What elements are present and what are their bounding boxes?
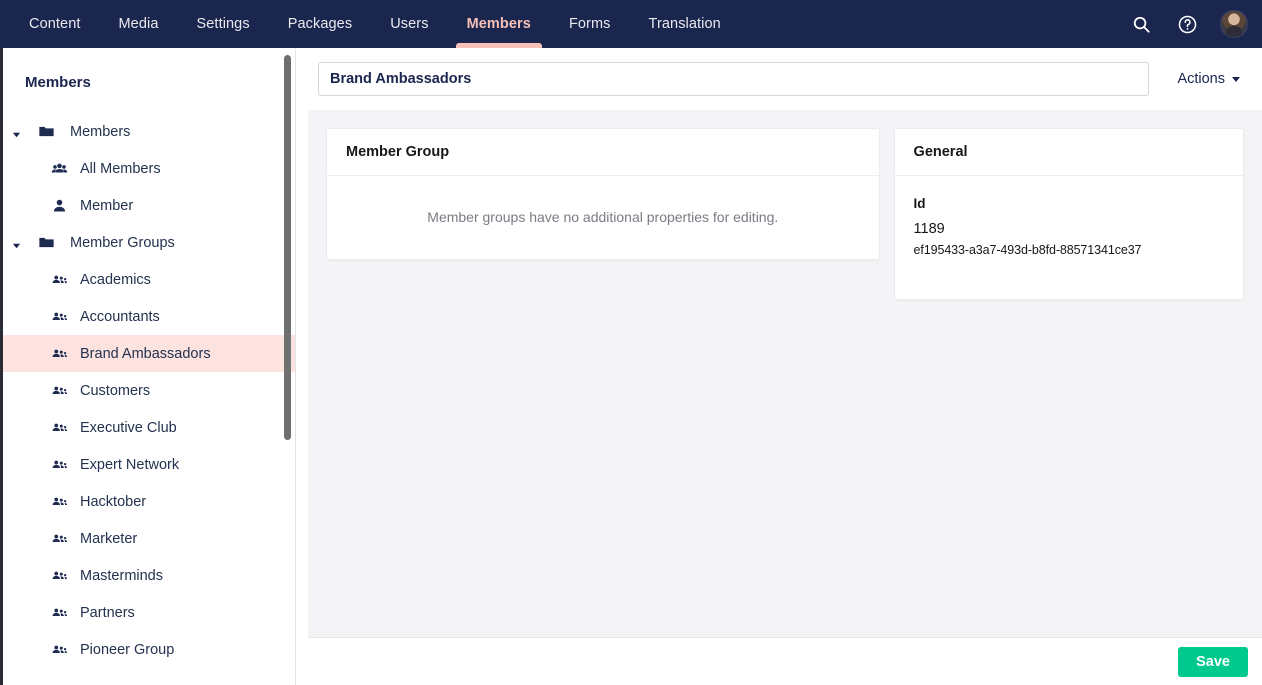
editor-footer: Save (296, 638, 1262, 685)
tree-item-academics[interactable]: Academics (3, 261, 295, 298)
top-navigation-bar: Content Media Settings Packages Users Members… (0, 0, 1262, 48)
tree-item-label: Hacktober (80, 493, 147, 510)
top-nav-items: Content Media Settings Packages Users Members… (0, 0, 740, 48)
member-group-icon (49, 529, 69, 549)
tree-item-label: All Members (80, 160, 161, 177)
nav-item-settings[interactable]: Settings (178, 0, 269, 48)
member-group-icon (49, 566, 69, 586)
general-panel-spacer (914, 257, 1224, 279)
member-group-panel-heading: Member Group (327, 129, 879, 176)
tree-item-hacktober[interactable]: Hacktober (3, 483, 295, 520)
general-panel: General Id 1189 ef195433-a3a7-493d-b8fd-… (893, 128, 1244, 300)
tree-item-masterminds[interactable]: Masterminds (3, 557, 295, 594)
tree-item-label: Executive Club (80, 419, 177, 436)
tree-item-executive-club[interactable]: Executive Club (3, 409, 295, 446)
member-group-icon (49, 640, 69, 660)
member-group-icon (49, 455, 69, 475)
editor-panels: Member Group Member groups have no addit… (326, 128, 1244, 300)
member-group-name-input[interactable] (318, 62, 1150, 96)
tree-list: Members All Members Member Member Groups Aca… (3, 111, 295, 668)
sidebar-scrollbar-thumb[interactable] (284, 55, 291, 440)
user-icon (49, 196, 69, 216)
nav-item-packages[interactable]: Packages (269, 0, 371, 48)
help-circle-icon[interactable] (1174, 11, 1200, 37)
tree-item-label: Customers (80, 382, 151, 399)
tree-item-label: Academics (80, 271, 151, 288)
tree-item-label: Accountants (80, 308, 160, 325)
id-label: Id (913, 196, 926, 211)
tree-item-expert-network[interactable]: Expert Network (3, 446, 295, 483)
tree-item-member[interactable]: Member (3, 187, 295, 224)
member-group-icon (49, 381, 69, 401)
folder-icon (36, 122, 56, 142)
tree-item-pioneer-group[interactable]: Pioneer Group (3, 631, 295, 668)
nav-item-media[interactable]: Media (100, 0, 178, 48)
actions-dropdown-button[interactable]: Actions (1177, 71, 1240, 87)
caret-down-icon[interactable] (12, 238, 22, 248)
tree-item-accountants[interactable]: Accountants (3, 298, 295, 335)
tree-item-label: Expert Network (80, 456, 180, 473)
tree-item-label: Pioneer Group (80, 641, 175, 658)
nav-item-translation[interactable]: Translation (630, 0, 740, 48)
tree-item-label: Masterminds (80, 567, 163, 584)
chevron-down-icon (1232, 76, 1240, 82)
member-group-icon (49, 603, 69, 623)
nav-item-members[interactable]: Members (448, 0, 550, 48)
caret-down-icon[interactable] (12, 127, 22, 137)
member-group-panel-body: Member groups have no additional propert… (327, 176, 879, 259)
member-group-icon (49, 307, 69, 327)
nav-item-content[interactable]: Content (10, 0, 100, 48)
nav-item-forms[interactable]: Forms (550, 0, 630, 48)
tree-item-label: Marketer (80, 530, 138, 547)
folder-icon (36, 233, 56, 253)
tree-item-marketer[interactable]: Marketer (3, 520, 295, 557)
editor-main: Actions Member Group Member groups have … (296, 48, 1262, 685)
top-nav-actions (1128, 0, 1262, 48)
member-group-icon (49, 492, 69, 512)
sidebar-scrollbar-track[interactable] (283, 48, 292, 685)
member-group-icon (49, 270, 69, 290)
member-group-panel: Member Group Member groups have no addit… (326, 128, 880, 260)
member-group-icon (49, 418, 69, 438)
sidebar-title: Members (25, 74, 91, 91)
search-icon[interactable] (1128, 11, 1154, 37)
tree-item-partners[interactable]: Partners (3, 594, 295, 631)
members-tree-sidebar: Members Members All Members Member Member G… (0, 48, 296, 685)
id-value: 1189 (913, 221, 945, 237)
users-group-icon (49, 159, 69, 179)
user-avatar[interactable] (1220, 10, 1248, 38)
nav-item-users[interactable]: Users (371, 0, 447, 48)
tree-item-label: Partners (80, 604, 135, 621)
tree-item-label: Member Groups (70, 234, 175, 251)
editor-header: Actions (296, 48, 1262, 110)
general-panel-heading: General (894, 129, 1243, 176)
tree-item-brand-ambassadors[interactable]: Brand Ambassadors (3, 335, 295, 372)
save-button[interactable]: Save (1178, 646, 1248, 677)
tree-item-label: Member (80, 197, 134, 214)
editor-content-area: Member Group Member groups have no addit… (308, 110, 1262, 638)
no-properties-message: Member groups have no additional propert… (427, 209, 779, 225)
actions-label: Actions (1177, 71, 1225, 87)
tree-item-member-groups[interactable]: Member Groups (3, 224, 295, 261)
general-panel-body: Id 1189 ef195433-a3a7-493d-b8fd-88571341… (895, 176, 1243, 299)
tree-item-label: Members (70, 123, 131, 140)
member-group-icon (49, 344, 69, 364)
tree-item-label: Brand Ambassadors (80, 345, 211, 362)
id-guid-value: ef195433-a3a7-493d-b8fd-88571341ce37 (913, 242, 1142, 257)
tree-item-members[interactable]: Members (3, 113, 295, 150)
tree-item-customers[interactable]: Customers (3, 372, 295, 409)
tree-item-all-members[interactable]: All Members (3, 150, 295, 187)
